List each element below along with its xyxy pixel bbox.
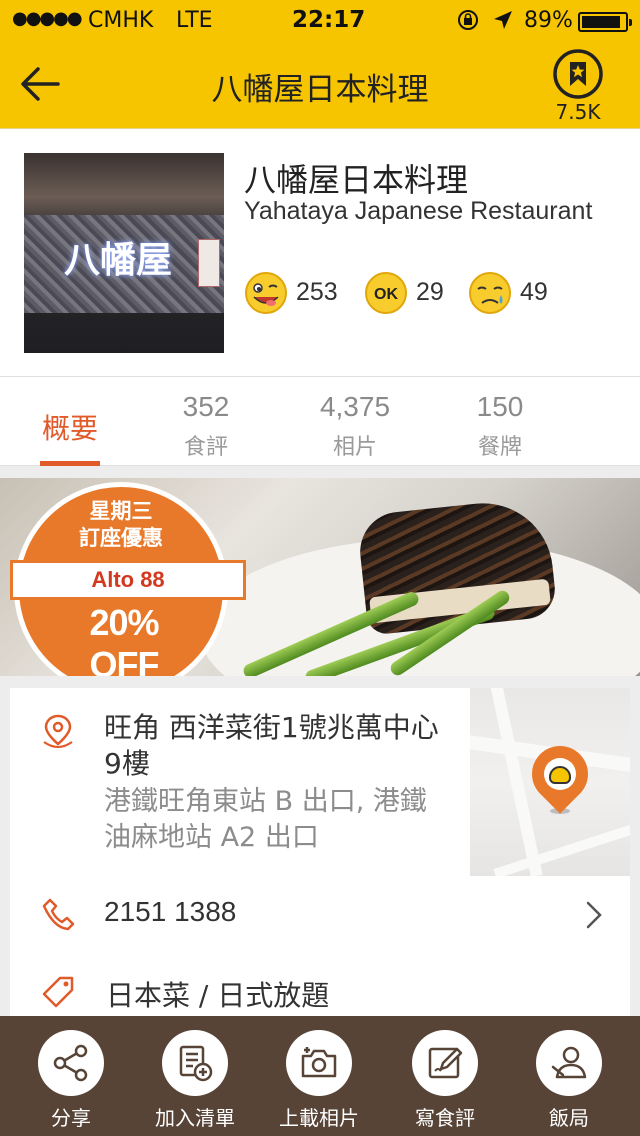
upload-photo-label: 上載相片 bbox=[279, 1106, 359, 1130]
write-review-label: 寫食評 bbox=[415, 1106, 475, 1130]
camera-button-circle bbox=[286, 1030, 352, 1096]
dining-group-label: 飯局 bbox=[549, 1106, 589, 1130]
restaurant-name-en: Yahataya Japanese Restaurant bbox=[244, 197, 593, 225]
tab-overview[interactable]: 概要 bbox=[20, 377, 120, 467]
camera-icon bbox=[301, 1047, 337, 1078]
location-pin-icon bbox=[43, 714, 73, 748]
bottom-toolbar: 分享 加入清單 上載相片 寫食評 飯局 bbox=[0, 1016, 640, 1136]
status-bar: ●●●●● CMHK LTE 22:17 89% bbox=[0, 0, 640, 40]
transit-directions: 港鐵旺角東站 B 出口, 港鐵油麻地站 A2 出口 bbox=[104, 786, 427, 853]
cuisine-type[interactable]: 日本菜 / 日式放題 bbox=[106, 974, 329, 1014]
promo-line-1: 星期三 bbox=[89, 499, 153, 523]
tag-icon bbox=[42, 976, 74, 1008]
tab-photos-count: 4,375 bbox=[319, 391, 391, 422]
promo-code: Alto 88 bbox=[91, 567, 165, 592]
chevron-right-icon[interactable] bbox=[584, 900, 604, 930]
tab-reviews-label: 食評 bbox=[183, 435, 228, 460]
phone-icon bbox=[42, 898, 75, 931]
smile-face-icon bbox=[245, 272, 287, 314]
network-type: LTE bbox=[176, 8, 213, 33]
upload-photo-button[interactable]: 上載相片 bbox=[264, 1016, 374, 1136]
dining-group-button-circle bbox=[536, 1030, 602, 1096]
tab-menu-label: 餐牌 bbox=[477, 435, 522, 460]
clock: 22:17 bbox=[292, 7, 366, 33]
review-button-circle bbox=[412, 1030, 478, 1096]
top-bar: ●●●●● CMHK LTE 22:17 89% 八幡屋日本料理 7.5K bbox=[0, 0, 640, 128]
ok-face-glyph: OK bbox=[374, 286, 398, 303]
battery-icon bbox=[578, 12, 632, 32]
location-arrow-icon bbox=[494, 11, 512, 29]
photo-sign-tag bbox=[198, 239, 220, 287]
tab-photos[interactable]: 4,375 相片 bbox=[300, 377, 410, 467]
address[interactable]: 旺角 西洋菜街1號兆萬中心9樓 bbox=[104, 710, 444, 782]
phone-number[interactable]: 2151 1388 bbox=[104, 896, 236, 928]
write-review-icon bbox=[428, 1047, 463, 1079]
tab-menu-count: 150 bbox=[476, 391, 524, 422]
bookmark-count: 7.5K bbox=[555, 100, 601, 124]
share-button[interactable]: 分享 bbox=[16, 1016, 126, 1136]
share-icon bbox=[53, 1044, 88, 1082]
tab-reviews-count: 352 bbox=[182, 391, 230, 422]
active-tab-indicator bbox=[40, 461, 100, 466]
add-list-icon bbox=[179, 1045, 213, 1082]
restaurant-photo[interactable]: 八幡屋 bbox=[24, 153, 224, 353]
promo-banner[interactable]: 星期三 訂座優惠 Alto 88 20% OFF bbox=[0, 478, 640, 676]
tab-overview-label: 概要 bbox=[41, 412, 98, 445]
page-title: 八幡屋日本料理 bbox=[211, 72, 429, 108]
dining-group-icon bbox=[551, 1046, 587, 1079]
info-card: 旺角 西洋菜街1號兆萬中心9樓 港鐵旺角東站 B 出口, 港鐵油麻地站 A2 出… bbox=[10, 688, 630, 1018]
add-to-list-button[interactable]: 加入清單 bbox=[140, 1016, 250, 1136]
map-road bbox=[493, 807, 630, 876]
battery-percent: 89% bbox=[524, 8, 573, 33]
mini-map[interactable] bbox=[470, 688, 630, 876]
add-list-label: 加入清單 bbox=[155, 1106, 235, 1130]
cry-count: 49 bbox=[520, 278, 548, 306]
ok-face-icon: OK bbox=[365, 272, 407, 314]
photo-sign-text: 八幡屋 bbox=[64, 239, 173, 281]
cry-face-icon bbox=[469, 272, 511, 314]
carrier-name: CMHK bbox=[88, 8, 154, 33]
share-label: 分享 bbox=[51, 1106, 91, 1130]
add-list-button-circle bbox=[162, 1030, 228, 1096]
rotation-lock-icon bbox=[458, 10, 478, 30]
share-button-circle bbox=[38, 1030, 104, 1096]
section-tabs: 概要 352 食評 4,375 相片 150 餐牌 bbox=[0, 376, 640, 466]
promo-heading: 星期三 訂座優惠 bbox=[66, 498, 176, 552]
write-review-button[interactable]: 寫食評 bbox=[390, 1016, 500, 1136]
promo-discount: 20% OFF bbox=[89, 602, 159, 676]
tab-reviews[interactable]: 352 食評 bbox=[156, 377, 256, 467]
tab-menu[interactable]: 150 餐牌 bbox=[450, 377, 550, 467]
promo-line-2: 訂座優惠 bbox=[79, 526, 163, 550]
back-arrow-icon[interactable] bbox=[18, 64, 62, 104]
restaurant-header: 八幡屋 八幡屋日本料理 Yahataya Japanese Restaurant… bbox=[0, 128, 640, 376]
signal-strength: ●●●●● bbox=[12, 8, 83, 29]
dining-group-button[interactable]: 飯局 bbox=[514, 1016, 624, 1136]
pin-face bbox=[549, 766, 571, 784]
smile-count: 253 bbox=[296, 278, 338, 306]
rating-summary: 253 OK 29 49 bbox=[244, 271, 624, 315]
promo-code-box: Alto 88 bbox=[10, 560, 246, 600]
ok-count: 29 bbox=[416, 278, 444, 306]
tab-photos-label: 相片 bbox=[332, 435, 377, 460]
bookmark-icon[interactable] bbox=[552, 48, 604, 100]
